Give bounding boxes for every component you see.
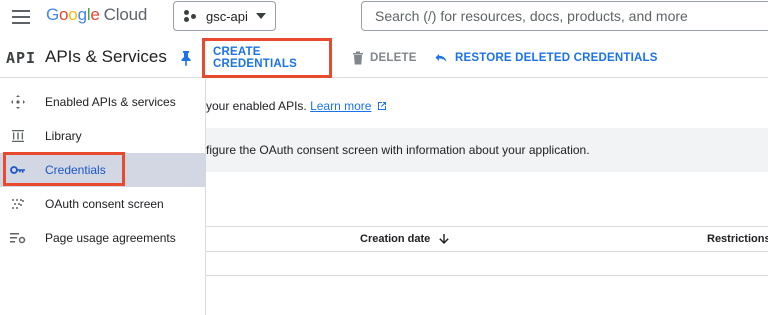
section-toolbar: API APIs & Services CREATE CREDENTIALS D… (0, 38, 768, 78)
library-icon (10, 128, 26, 144)
diamond-arrows-icon (10, 94, 26, 110)
pin-icon[interactable] (180, 50, 192, 66)
external-link-icon[interactable] (377, 101, 387, 111)
search-input[interactable]: Search (/) for resources, docs, products… (361, 1, 768, 31)
settings-list-icon (10, 230, 26, 246)
credentials-table-header: Creation date Restrictions (206, 226, 768, 252)
intro-text: your enabled APIs. Learn more (206, 99, 387, 113)
create-credentials-button[interactable]: CREATE CREDENTIALS (202, 38, 332, 78)
column-restrictions[interactable]: Restrictions (707, 233, 768, 245)
learn-more-link[interactable]: Learn more (310, 99, 371, 113)
sidebar-item-library[interactable]: Library (0, 119, 206, 153)
project-icon (184, 10, 198, 22)
menu-icon[interactable] (12, 10, 30, 24)
sidebar-item-oauth-consent[interactable]: OAuth consent screen (0, 187, 206, 221)
page-title: APIs & Services (45, 47, 167, 66)
top-bar: Google Cloud gsc-api Search (/) for resou… (0, 0, 768, 34)
google-cloud-logo[interactable]: Google Cloud (46, 5, 147, 25)
sidebar-item-page-usage-agreements[interactable]: Page usage agreements (0, 221, 206, 255)
column-creation-date[interactable]: Creation date (360, 233, 450, 245)
oauth-dots-icon (10, 196, 26, 212)
sidebar-item-credentials[interactable]: Credentials (0, 153, 206, 187)
table-row (206, 252, 768, 276)
chevron-down-icon (255, 13, 266, 19)
sidebar-item-enabled-apis[interactable]: Enabled APIs & services (0, 85, 206, 119)
delete-button[interactable]: DELETE (352, 38, 417, 78)
oauth-consent-banner: figure the OAuth consent screen with inf… (206, 128, 768, 172)
arrow-down-icon (439, 234, 449, 244)
restore-deleted-credentials-button[interactable]: RESTORE DELETED CREDENTIALS (435, 38, 658, 78)
api-icon: API (6, 49, 37, 67)
project-name: gsc-api (206, 8, 248, 24)
undo-icon (435, 54, 447, 62)
trash-icon (353, 51, 363, 65)
key-icon (10, 162, 26, 178)
project-selector[interactable]: gsc-api (173, 1, 276, 31)
sidebar: Enabled APIs & services Library Credenti… (0, 79, 206, 315)
